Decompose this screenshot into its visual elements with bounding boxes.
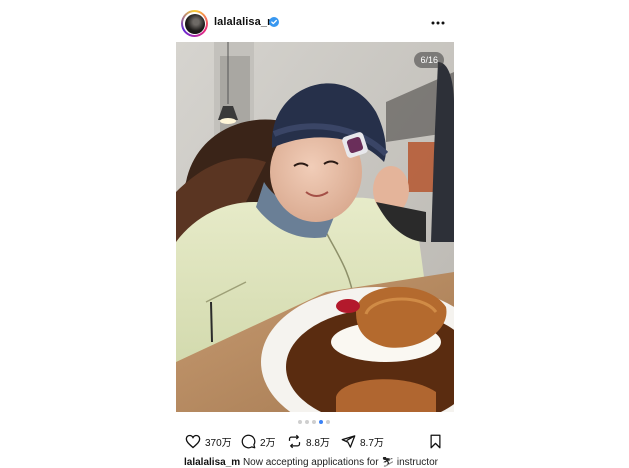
bookmark-icon: [430, 434, 441, 448]
post-caption: lalalalisa_m Now accepting applications …: [184, 457, 454, 468]
image-counter-badge: 6/16: [414, 52, 444, 68]
action-bar: 370万 2万 8.8万 8.7万: [176, 432, 454, 452]
carousel-dot: [312, 420, 316, 424]
comment-button[interactable]: 2万: [241, 432, 276, 450]
carousel-indicator: [176, 420, 454, 426]
carousel-dot: [326, 420, 330, 424]
carousel-dot: [305, 420, 309, 424]
post-photo[interactable]: 6/16: [176, 42, 454, 412]
avatar[interactable]: [181, 10, 208, 37]
comment-icon: [241, 434, 256, 448]
caption-emoji: ⛷: [381, 457, 395, 468]
like-count: 370万: [205, 437, 232, 449]
comment-count: 2万: [260, 437, 276, 449]
share-count: 8.7万: [360, 437, 384, 449]
caption-text: Now accepting applications for: [242, 457, 379, 468]
heart-icon: [185, 434, 201, 448]
avatar-ring: [183, 12, 206, 35]
share-button[interactable]: 8.7万: [341, 432, 384, 450]
repost-count: 8.8万: [306, 437, 330, 449]
photo-illustration: [176, 42, 454, 412]
carousel-dot: [298, 420, 302, 424]
like-button[interactable]: 370万: [185, 432, 232, 450]
avatar-photo: [184, 13, 205, 34]
caption-username[interactable]: lalalalisa_m: [184, 457, 240, 468]
instagram-post: lalalalisa_m 6/16 370万 2万 8.8万 8.7万 lala…: [176, 0, 454, 468]
post-header: lalalalisa_m: [176, 8, 454, 38]
post-username[interactable]: lalalalisa_m: [214, 16, 277, 28]
repost-button[interactable]: 8.8万: [287, 432, 330, 450]
repost-icon: [288, 434, 301, 448]
verified-badge-icon: [269, 17, 279, 27]
more-options-icon[interactable]: [430, 16, 446, 30]
send-icon: [341, 434, 356, 448]
carousel-dot-active: [319, 420, 323, 424]
caption-text-after: instructor: [396, 457, 438, 468]
save-button[interactable]: [429, 432, 442, 450]
